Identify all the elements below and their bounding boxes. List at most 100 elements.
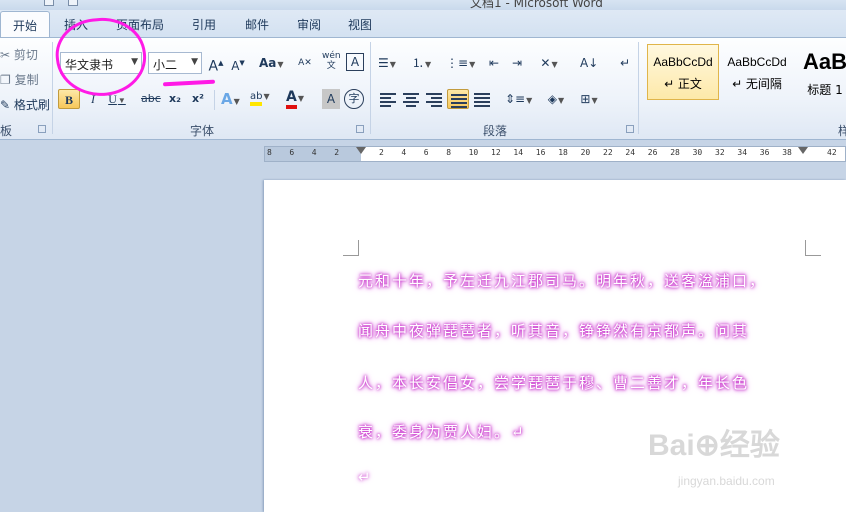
cut-button[interactable]: ✂ 剪切 [0, 46, 38, 63]
ruler-tick-label: 38 [782, 148, 792, 157]
enclose-characters-button[interactable]: 字 [344, 89, 364, 109]
cut-label: 剪切 [13, 48, 38, 62]
margin-corner-mark [805, 240, 821, 256]
tab-references[interactable]: 引用 [192, 16, 216, 33]
subscript-button[interactable]: x₂ [166, 89, 184, 109]
justify-icon [451, 94, 467, 108]
grow-font-button[interactable]: A▲ [207, 53, 225, 75]
ruler-tick-label: 26 [647, 148, 658, 157]
paragraph-launcher-icon[interactable] [626, 125, 634, 133]
grow-font-label: A [208, 58, 219, 75]
ruler-tick-label: 42 [827, 148, 837, 157]
font-size-combo[interactable]: 小二 ▼ [148, 52, 202, 74]
align-center-icon[interactable] [403, 93, 419, 107]
change-case-label: Aa [259, 56, 277, 70]
ruler-tick-label: 18 [558, 148, 568, 157]
ruler-tick-label: 14 [513, 148, 524, 157]
style-sample: AaBbCcDd [653, 55, 713, 69]
borders-button[interactable]: ⊞▼ [580, 89, 598, 109]
tab-home[interactable]: 开始 [0, 11, 50, 39]
ruler-tick-label: 24 [625, 148, 636, 157]
paragraph-line[interactable]: 闻舟中夜弹琵琶者，听其音，铮铮然有京都声。问其 [358, 320, 818, 341]
ruler-tick-label: 4 [401, 148, 407, 157]
tab-mailings[interactable]: 邮件 [245, 16, 269, 33]
font-launcher-icon[interactable] [356, 125, 364, 133]
shrink-font-button[interactable]: A▼ [229, 53, 247, 73]
character-shading-button[interactable]: A [322, 89, 340, 109]
group-divider [52, 42, 53, 134]
paragraph-line[interactable]: 元和十年，予左迁九江郡司马。明年秋，送客湓浦口， [358, 270, 818, 291]
highlight-button[interactable]: ab▼ [250, 87, 270, 107]
character-border-icon[interactable]: A [346, 53, 364, 71]
phonetic-guide-label: wén [322, 51, 341, 61]
text-effects-button[interactable]: A▼ [221, 89, 240, 109]
style-heading-1[interactable]: AaB 标题 1 [795, 44, 846, 100]
ruler-tick-label: 32 [715, 148, 725, 157]
ruler-tick-label: 2 [334, 148, 340, 157]
format-painter-button[interactable]: ✎ 格式刷 [0, 96, 50, 113]
style-name: ↵ 正文 [664, 77, 702, 91]
ruler-tick-label: 28 [670, 148, 680, 157]
bullets-button[interactable]: ☰▼ [378, 53, 396, 73]
line-spacing-button[interactable]: ⇕≡▼ [505, 89, 532, 109]
ruler-tick-label: 2 [379, 148, 384, 157]
ruler-tick-label: 8 [267, 148, 272, 157]
font-color-button[interactable]: A▼ [286, 87, 304, 109]
ruler-tick-label: 6 [423, 148, 429, 157]
shading-button[interactable]: ◈▼ [547, 89, 565, 109]
copy-label: 复制 [14, 73, 39, 87]
align-left-icon[interactable] [380, 93, 396, 107]
style-normal[interactable]: AaBbCcDd ↵ 正文 [647, 44, 719, 100]
horizontal-ruler[interactable]: 8 6 4 2 2 4 6 8 10 12 14 16 18 20 22 24 26 28 30 32 34 36 38 42 [264, 146, 846, 162]
title-bar: 文档1 - Microsoft Word [0, 0, 846, 10]
watermark-url: jingyan.baidu.com [678, 474, 775, 488]
style-name: 标题 1 [807, 83, 843, 97]
sort-icon[interactable]: A↓ [580, 53, 598, 73]
chinese-layout-button[interactable]: ✕▼ [540, 53, 558, 73]
paragraph-line[interactable]: 人，本长安倡女，尝学琵琶于穆、曹二善才，年长色 [358, 372, 818, 393]
style-sample: AaBbCcDd [727, 55, 787, 69]
ruler-tick-label: 8 [446, 148, 452, 157]
tab-view[interactable]: 视图 [348, 16, 372, 33]
decrease-indent-icon[interactable]: ⇤ [485, 53, 503, 73]
ruler-tick-label: 16 [535, 148, 546, 157]
save-icon[interactable] [44, 0, 54, 6]
right-indent-marker[interactable] [798, 147, 808, 154]
style-no-spacing[interactable]: AaBbCcDd ↵ 无间隔 [721, 44, 793, 100]
highlight-label: ab [250, 91, 263, 106]
ruler-tick-label: 34 [737, 148, 748, 157]
undo-icon[interactable] [68, 0, 78, 6]
ruler-tick-label: 6 [289, 148, 295, 157]
align-right-icon[interactable] [426, 93, 442, 107]
first-line-indent-marker[interactable] [356, 147, 366, 154]
phonetic-guide-button[interactable]: wén 文 [322, 51, 341, 71]
divider [214, 90, 215, 110]
window-title: 文档1 - Microsoft Word [470, 0, 603, 10]
ruler-tick-label: 22 [603, 148, 613, 157]
ruler-tick-label: 12 [491, 148, 501, 157]
bold-button[interactable]: B [58, 89, 80, 109]
style-sample: AaB [802, 49, 846, 74]
watermark: Bai⊕经验 jingyan.baidu.com [648, 420, 780, 488]
paragraph-group-label: 段落 [483, 124, 508, 138]
strikethrough-button[interactable]: abc [141, 89, 161, 109]
clipboard-group-label: 板 [0, 124, 13, 138]
clipboard-launcher-icon[interactable] [38, 125, 46, 133]
show-marks-icon[interactable]: ↵ [616, 53, 634, 73]
multilevel-list-button[interactable]: ⋮≡▼ [446, 53, 475, 73]
paragraph-mark: ↵ [358, 468, 371, 486]
watermark-logo: Bai⊕经验 [648, 429, 780, 462]
change-case-button[interactable]: Aa▼ [259, 53, 284, 73]
tab-review[interactable]: 审阅 [297, 16, 321, 33]
font-size-value: 小二 [153, 58, 178, 72]
text-effects-label: A [221, 90, 233, 108]
justify-button[interactable] [447, 89, 469, 109]
copy-button[interactable]: ❐ 复制 [0, 71, 39, 88]
superscript-button[interactable]: x² [189, 89, 207, 109]
numbering-button[interactable]: ⒈▼ [412, 53, 431, 73]
distributed-icon[interactable] [474, 93, 490, 107]
clear-format-icon[interactable]: A✕ [296, 53, 314, 73]
increase-indent-icon[interactable]: ⇥ [508, 53, 526, 73]
ruler-tick-label: 36 [759, 148, 770, 157]
styles-gallery: AaBbCcDd ↵ 正文 AaBbCcDd ↵ 无间隔 AaB 标题 1 [645, 44, 846, 100]
